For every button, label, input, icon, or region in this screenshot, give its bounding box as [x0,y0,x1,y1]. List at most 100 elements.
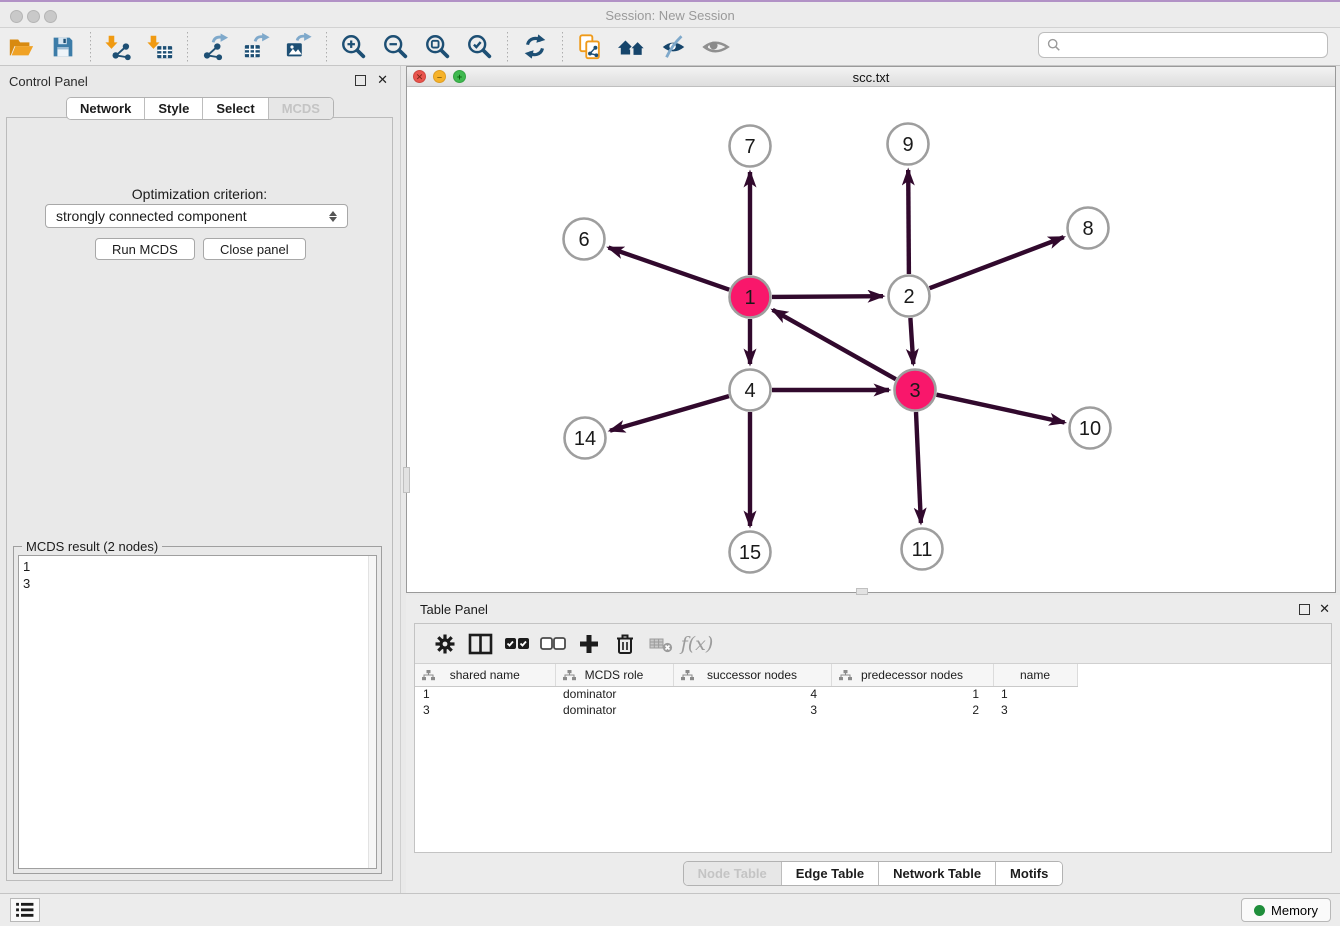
column-header-successor-nodes[interactable]: successor nodes [673,664,831,686]
tab-select[interactable]: Select [203,98,268,119]
clone-network-icon[interactable] [573,31,607,63]
node-2[interactable]: 2 [889,276,930,317]
export-network-icon[interactable] [198,31,232,63]
edge-2-9[interactable] [908,170,909,274]
close-table-panel-icon[interactable]: ✕ [1319,601,1330,617]
mcds-result-text[interactable]: 1 3 [18,555,377,869]
tab-node-table[interactable]: Node Table [684,862,782,885]
table-cell[interactable]: 4 [673,686,831,702]
show-all-icon[interactable] [699,31,733,63]
toolbar-separator [507,32,508,62]
add-icon[interactable] [571,629,607,659]
open-file-icon[interactable] [4,31,38,63]
edge-1-6[interactable] [609,248,730,290]
table-cell[interactable]: dominator [555,702,673,718]
mcds-result-title: MCDS result (2 nodes) [22,539,162,554]
import-network-icon[interactable] [101,31,135,63]
criterion-select[interactable]: strongly connected component [45,204,348,228]
network-window-titlebar[interactable]: ✕ – + scc.txt [407,67,1335,87]
edge-1-2[interactable] [772,296,883,297]
tab-network-table[interactable]: Network Table [879,862,996,885]
first-neighbors-icon[interactable] [615,31,649,63]
table-cell[interactable]: 3 [673,702,831,718]
select-all-icon[interactable] [499,629,535,659]
control-panel-title: Control Panel [9,74,88,89]
network-canvas[interactable]: 7 9 6 8 1 2 4 3 14 10 15 11 [407,87,1335,591]
tab-mcds[interactable]: MCDS [269,98,333,119]
toolbar-separator [562,32,563,62]
edge-3-1[interactable] [773,310,896,379]
table-cell[interactable]: dominator [555,686,673,702]
search-field[interactable] [1038,32,1328,58]
column-header-MCDS-role[interactable]: MCDS role [555,664,673,686]
float-panel-icon[interactable] [355,75,366,86]
hide-selected-icon[interactable] [657,31,691,63]
column-type-icon [839,670,852,681]
node-1[interactable]: 1 [730,277,771,318]
zoom-out-icon[interactable] [379,31,413,63]
column-settings-icon[interactable] [427,629,463,659]
node-6[interactable]: 6 [564,219,605,260]
run-mcds-button[interactable]: Run MCDS [95,238,195,260]
table-cell[interactable]: 1 [831,686,993,702]
tab-edge-table[interactable]: Edge Table [782,862,879,885]
toolbar-separator [90,32,91,62]
zoom-in-icon[interactable] [337,31,371,63]
deselect-all-icon[interactable] [535,629,571,659]
column-header-shared-name[interactable]: shared name [415,664,555,686]
node-14[interactable]: 14 [565,418,606,459]
zoom-selected-icon[interactable] [463,31,497,63]
window-title: Session: New Session [0,8,1340,23]
result-scrollbar[interactable] [368,556,376,868]
panel-splitter-grip-horizontal[interactable] [856,588,868,595]
table-cell[interactable]: 3 [415,702,555,718]
delete-table-icon[interactable] [643,629,679,659]
node-11[interactable]: 11 [902,529,943,570]
column-header-name[interactable]: name [993,664,1077,686]
memory-button[interactable]: Memory [1241,898,1331,922]
table-cell[interactable]: 3 [993,702,1077,718]
table-cell[interactable]: 1 [993,686,1077,702]
table-panel-title: Table Panel [420,602,488,617]
node-7[interactable]: 7 [730,126,771,167]
node-table[interactable]: shared nameMCDS rolesuccessor nodesprede… [415,664,1331,718]
table-cell[interactable]: 2 [831,702,993,718]
export-table-icon[interactable] [240,31,274,63]
search-input[interactable] [1067,38,1319,53]
node-10[interactable]: 10 [1070,408,1111,449]
toolbar-separator [326,32,327,62]
edge-3-11[interactable] [916,412,921,523]
float-table-panel-icon[interactable] [1299,604,1310,615]
edge-4-14[interactable] [610,396,729,431]
export-image-icon[interactable] [282,31,316,63]
node-15[interactable]: 15 [730,532,771,573]
node-9[interactable]: 9 [888,124,929,165]
edge-3-10[interactable] [937,395,1065,423]
split-panel-icon[interactable] [463,629,499,659]
import-table-icon[interactable] [143,31,177,63]
tab-style[interactable]: Style [145,98,203,119]
close-panel-icon[interactable]: ✕ [377,72,388,88]
node-4[interactable]: 4 [730,370,771,411]
table-cell[interactable]: 1 [415,686,555,702]
close-panel-button[interactable]: Close panel [203,238,306,260]
table-row[interactable]: 3dominator323 [415,702,1331,718]
node-3[interactable]: 3 [895,370,936,411]
function-builder-icon[interactable]: f(x) [679,629,715,659]
table-row[interactable]: 1dominator411 [415,686,1331,702]
save-session-icon[interactable] [46,31,80,63]
edge-2-8[interactable] [930,237,1064,288]
tab-motifs[interactable]: Motifs [996,862,1062,885]
edge-2-3[interactable] [910,318,913,364]
toolbar-separator [187,32,188,62]
apply-layout-icon[interactable] [518,31,552,63]
node-8[interactable]: 8 [1068,208,1109,249]
tab-network[interactable]: Network [67,98,145,119]
delete-icon[interactable] [607,629,643,659]
column-header-predecessor-nodes[interactable]: predecessor nodes [831,664,993,686]
table-header-row[interactable]: shared nameMCDS rolesuccessor nodesprede… [415,664,1331,686]
task-history-button[interactable] [10,898,40,922]
memory-status-icon [1254,905,1265,916]
panel-splitter-grip[interactable] [403,467,410,493]
zoom-fit-icon[interactable] [421,31,455,63]
